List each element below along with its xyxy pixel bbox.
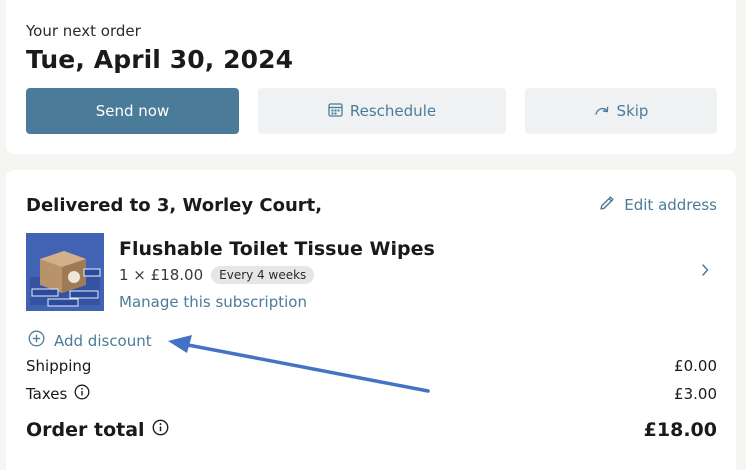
add-discount-button[interactable]: Add discount (28, 330, 152, 351)
edit-address-link[interactable]: Edit address (599, 195, 717, 215)
shipping-label: Shipping (26, 357, 92, 375)
order-total-value: £18.00 (643, 419, 717, 441)
add-discount-label: Add discount (54, 331, 152, 350)
skip-label: Skip (616, 102, 649, 120)
redo-arrow-icon (594, 102, 610, 120)
calendar-icon (328, 102, 343, 121)
product-quantity-price: 1 × £18.00 (119, 266, 204, 284)
frequency-badge: Every 4 weeks (211, 266, 315, 284)
send-now-button[interactable]: Send now (26, 88, 239, 134)
shipping-value: £0.00 (674, 357, 717, 375)
taxes-value: £3.00 (674, 385, 717, 403)
next-order-label: Your next order (26, 22, 141, 40)
delivery-address: Delivered to 3, Worley Court, (26, 195, 323, 216)
shipping-row: Shipping £0.00 (26, 357, 717, 375)
manage-subscription-link[interactable]: Manage this subscription (119, 293, 307, 311)
taxes-label: Taxes (26, 385, 68, 403)
reschedule-label: Reschedule (349, 102, 437, 120)
product-image[interactable] (26, 233, 104, 311)
product-quantity-row: 1 × £18.00 Every 4 weeks (119, 266, 315, 284)
edit-address-label: Edit address (624, 196, 717, 214)
product-title: Flushable Toilet Tissue Wipes (119, 238, 435, 260)
next-order-card: Your next order Tue, April 30, 2024 Send… (6, 0, 736, 154)
next-order-date: Tue, April 30, 2024 (26, 45, 294, 74)
order-total-label: Order total (26, 419, 145, 441)
skip-button[interactable]: Skip (525, 88, 717, 134)
send-now-label: Send now (95, 102, 170, 120)
reschedule-button[interactable]: Reschedule (258, 88, 506, 134)
order-details-card: Delivered to 3, Worley Court, Edit addre… (6, 170, 736, 470)
chevron-right-icon[interactable] (700, 262, 710, 282)
plus-circle-icon (28, 330, 45, 351)
taxes-row: Taxes £3.00 (26, 384, 717, 404)
pencil-icon (599, 195, 615, 215)
order-total-row: Order total £18.00 (26, 419, 717, 441)
info-icon[interactable] (152, 419, 169, 441)
info-icon[interactable] (74, 384, 90, 404)
